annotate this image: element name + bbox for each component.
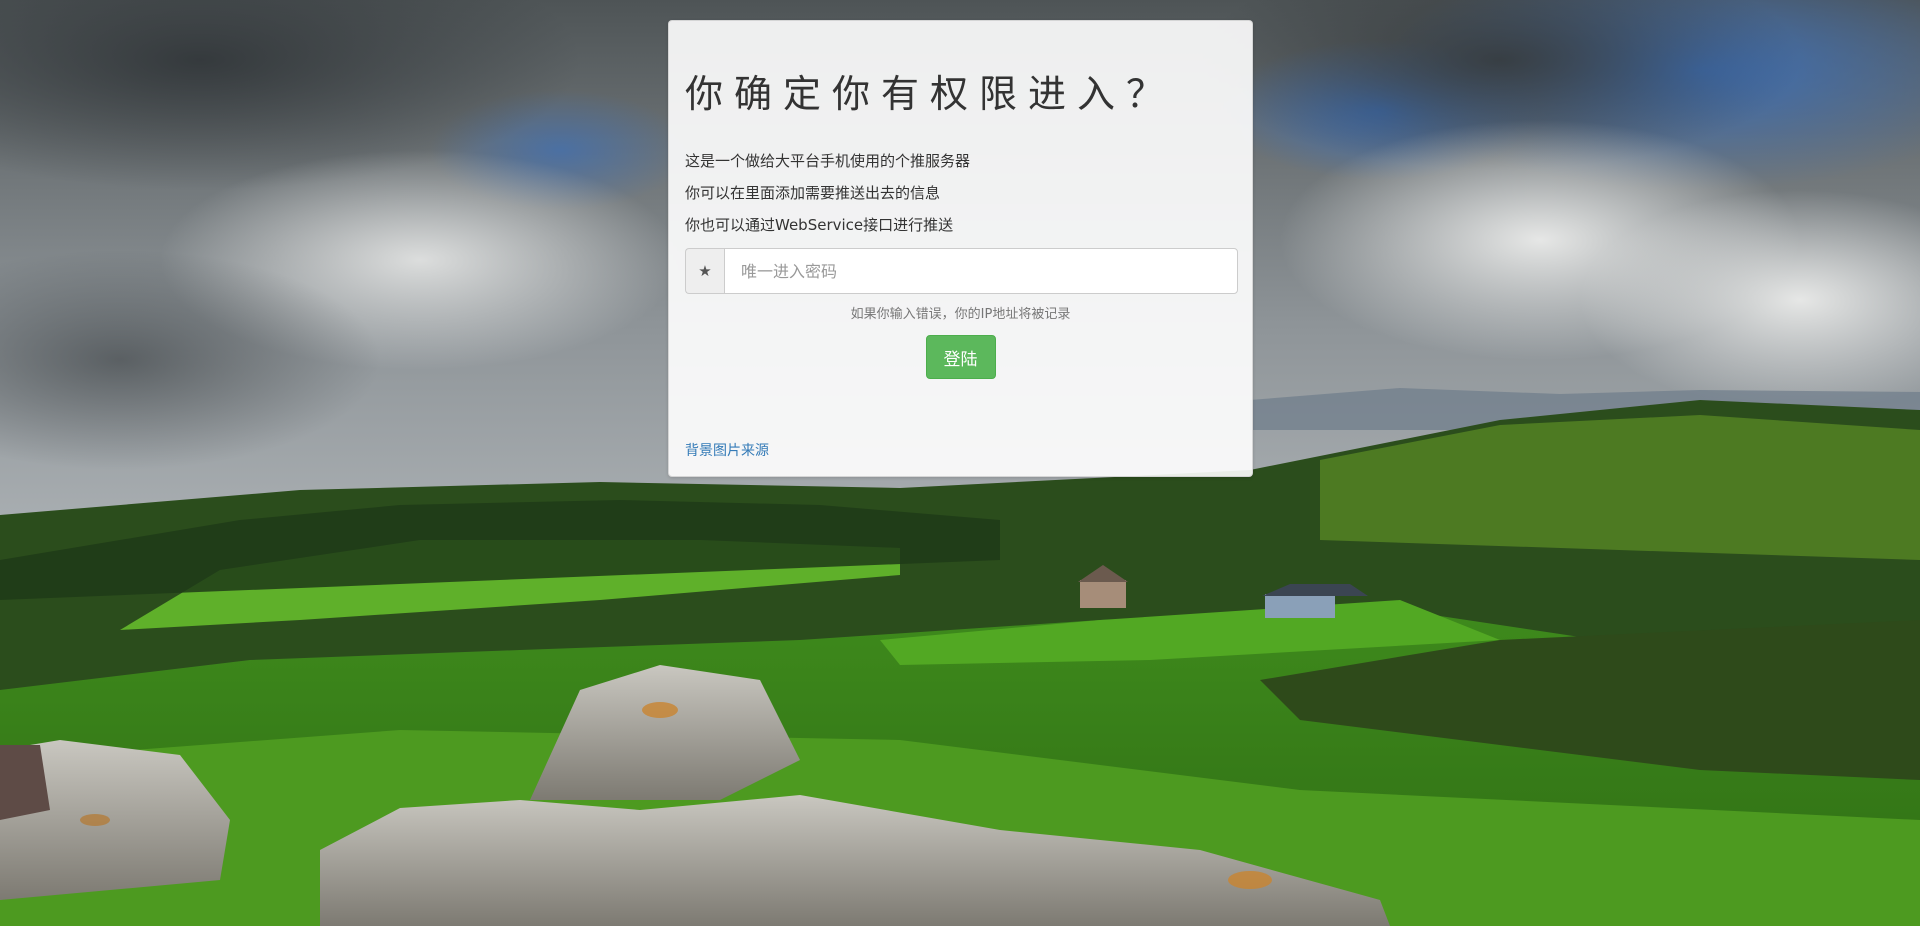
description-line-1: 这是一个做给大平台手机使用的个推服务器 xyxy=(685,152,971,170)
background-source-link[interactable]: 背景图片来源 xyxy=(685,440,769,460)
login-button[interactable]: 登陆 xyxy=(925,335,996,379)
description-line-2: 你可以在里面添加需要推送出去的信息 xyxy=(685,184,941,202)
page-title: 你确定你有权限进入？ xyxy=(685,72,1176,116)
star-icon: ★ xyxy=(685,248,724,294)
login-button-row: 登陆 xyxy=(685,335,1236,379)
ip-warning-text: 如果你输入错误，你的IP地址将被记录 xyxy=(850,307,1071,322)
login-card: 你确定你有权限进入？ 这是一个做给大平台手机使用的个推服务器 你可以在里面添加需… xyxy=(668,20,1253,477)
description-line-3: 你也可以通过WebService接口进行推送 xyxy=(685,216,954,234)
password-input-group: ★ xyxy=(685,248,1238,294)
password-input[interactable] xyxy=(724,248,1238,294)
